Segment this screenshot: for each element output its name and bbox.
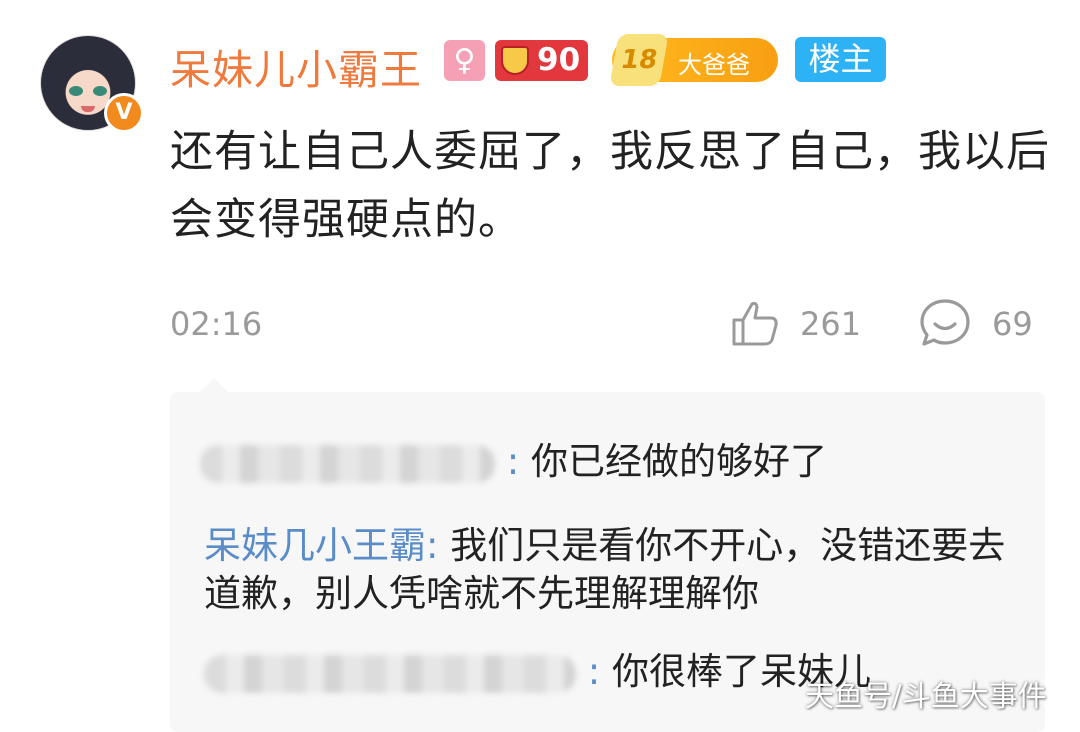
avatar[interactable]: V <box>40 35 144 133</box>
user-level-badge: 90 <box>495 40 588 81</box>
reply-item[interactable]: : 你很棒了呆妹儿 <box>204 648 871 696</box>
fan-badge-level: 18 <box>609 34 669 86</box>
watermark: 天鱼号/斗鱼大事件 <box>805 679 1047 713</box>
avatar-eye-left <box>69 86 83 96</box>
thumbs-up-icon[interactable] <box>730 300 780 348</box>
reply-item[interactable]: : 你已经做的够好了 <box>200 438 827 486</box>
female-badge: ♀ <box>444 40 485 81</box>
reply-colon: : <box>426 524 439 567</box>
username[interactable]: 呆妹儿小霸王 <box>170 36 422 96</box>
like-count: 261 <box>800 305 862 343</box>
reply-count: 69 <box>992 305 1033 343</box>
comment-text: 还有让自己人委屈了，我反思了自己，我以后会变得强硬点的。 <box>170 127 1050 245</box>
fan-badge: 18 大爸爸 <box>609 34 778 86</box>
blurred-username[interactable] <box>204 654 576 693</box>
avatar-mouth <box>81 106 95 112</box>
avatar-eye-right <box>93 86 107 96</box>
reply-colon: : <box>506 440 520 483</box>
owner-badge: 楼主 <box>795 37 886 82</box>
female-symbol-icon: ♀ <box>453 43 476 78</box>
shield-icon <box>501 46 529 75</box>
reply-item[interactable]: 呆妹几小王霸: 我们只是看你不开心，没错还要去道歉，别人凭啥就不先理解理解你 <box>204 522 1024 618</box>
reply-text: 你已经做的够好了 <box>531 440 827 483</box>
fan-badge-name: 大爸爸 <box>678 51 750 79</box>
reply-colon: : <box>587 650 601 693</box>
reply-username[interactable]: 呆妹几小王霸 <box>204 524 426 567</box>
verified-v-badge: V <box>104 93 144 133</box>
comment-time: 02:16 <box>170 305 263 343</box>
comment-bubble-icon[interactable] <box>918 297 972 349</box>
user-level-number: 90 <box>537 42 581 78</box>
blurred-username[interactable] <box>200 444 495 483</box>
